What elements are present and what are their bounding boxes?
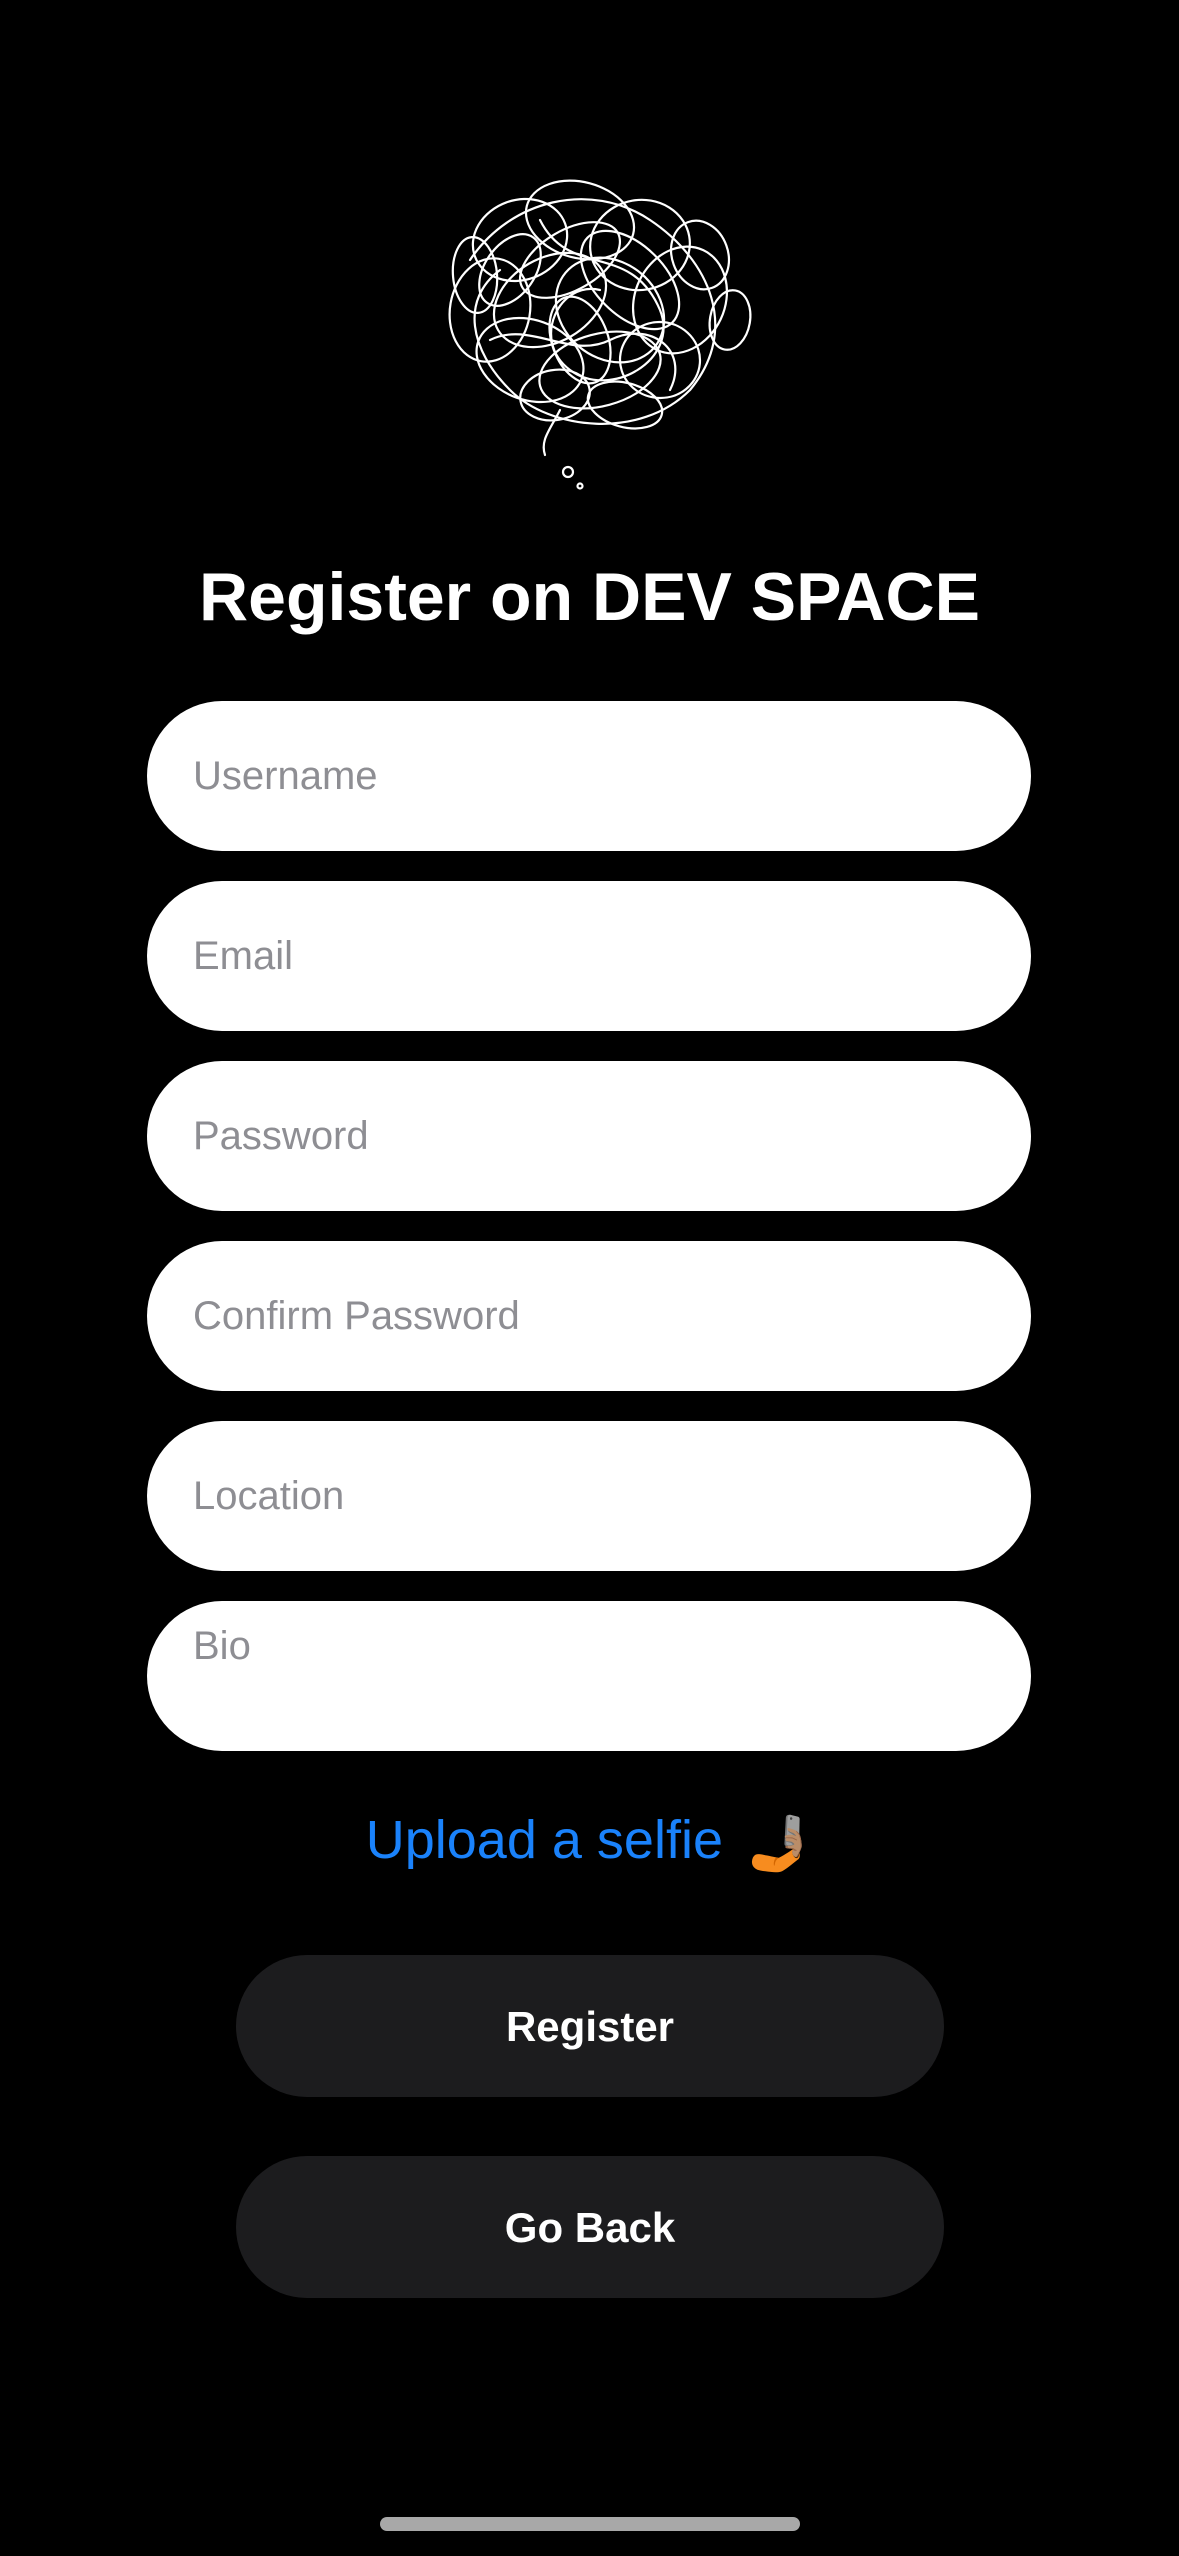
home-indicator[interactable]: [380, 2517, 800, 2531]
scribble-logo-icon: [448, 179, 752, 490]
location-input[interactable]: [147, 1421, 1031, 1571]
password-input[interactable]: [147, 1061, 1031, 1211]
upload-selfie-link[interactable]: Upload a selfie 🤳🏽: [0, 1800, 1179, 1884]
confirm-password-input[interactable]: [147, 1241, 1031, 1391]
username-input[interactable]: [147, 701, 1031, 851]
bio-textarea[interactable]: [147, 1601, 1031, 1751]
go-back-button[interactable]: Go Back: [236, 2156, 944, 2298]
selfie-emoji-icon: 🤳🏽: [746, 1813, 814, 1874]
upload-selfie-label: Upload a selfie: [365, 1810, 723, 1870]
email-input[interactable]: [147, 881, 1031, 1031]
page-title: Register on DEV SPACE: [199, 559, 980, 635]
register-button[interactable]: Register: [236, 1955, 944, 2097]
